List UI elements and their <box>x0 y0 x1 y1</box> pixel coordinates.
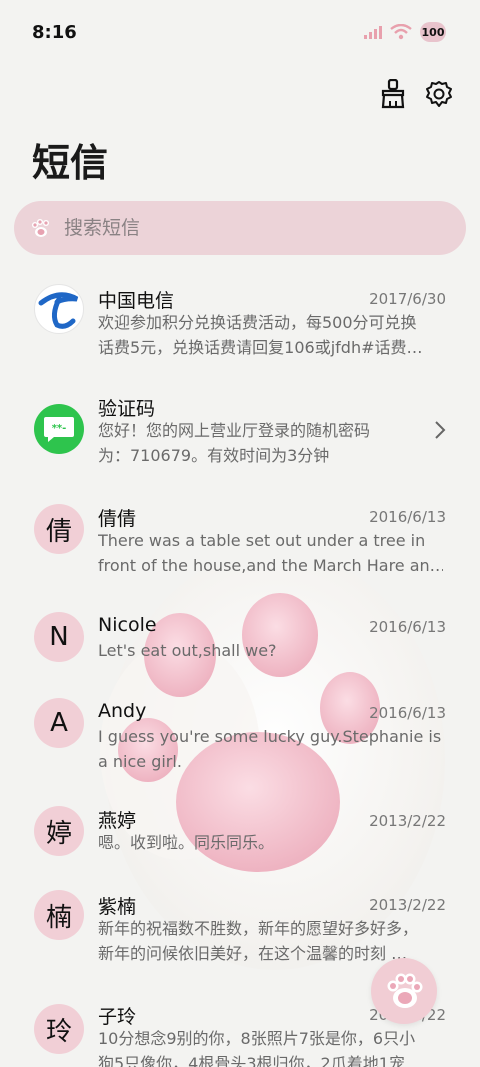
conversation-date: 2016/6/13 <box>369 618 446 636</box>
conversation-preview: 新年的祝福数不胜数，新年的愿望好多好多， 新年的问候依旧美好，在这个温馨的时刻 … <box>98 916 443 966</box>
conversation-name: 中国电信 <box>98 290 175 312</box>
conversation-date: 2016/6/13 <box>369 704 446 722</box>
verification-code-glyph: **- <box>52 423 67 434</box>
conversation-preview: Let's eat out,shall we? <box>98 638 443 663</box>
conversation-name: 子玲 <box>98 1006 137 1028</box>
brush-icon <box>381 79 405 109</box>
conversation-date: 2013/2/22 <box>369 812 446 830</box>
gear-icon <box>426 81 452 107</box>
telecom-logo-icon <box>34 284 84 334</box>
avatar: 楠 <box>34 890 84 940</box>
paw-icon <box>32 219 49 237</box>
page-title: 短信 <box>32 141 109 185</box>
wifi-icon <box>390 24 412 40</box>
search-input[interactable] <box>64 217 424 239</box>
preview-line: Let's eat out,shall we? <box>98 641 277 660</box>
preview-line: 欢迎参加积分兑换话费活动，每500分可兑换 <box>98 313 417 332</box>
chevron-right-icon <box>435 421 446 439</box>
preview-line: 为：710679。有效时间为3分钟 <box>98 446 330 465</box>
status-icons: 100 <box>364 22 446 42</box>
conversation-date: 2016/6/13 <box>369 508 446 526</box>
conversation-item[interactable]: A Andy 2016/6/13 I guess you're some luc… <box>0 698 480 796</box>
preview-line: front of the house,and the March Hare an… <box>98 556 443 575</box>
preview-line: There was a table set out under a tree i… <box>98 531 426 550</box>
conversation-name: 验证码 <box>98 398 156 420</box>
conversation-name: 紫楠 <box>98 896 137 918</box>
signal-icon <box>364 26 382 39</box>
avatar: 倩 <box>34 504 84 554</box>
search-bar[interactable] <box>14 201 466 255</box>
conversation-item[interactable]: N Nicole 2016/6/13 Let's eat out,shall w… <box>0 612 480 682</box>
preview-line: a nice girl. <box>98 752 182 771</box>
clean-button[interactable] <box>378 78 408 110</box>
avatar: 玲 <box>34 1004 84 1054</box>
conversation-preview: There was a table set out under a tree i… <box>98 528 443 578</box>
preview-line: 话费5元，兑换话费请回复106或jfdh#话费… <box>98 338 423 357</box>
avatar: N <box>34 612 84 662</box>
settings-button[interactable] <box>424 78 454 110</box>
paw-icon <box>387 973 423 1008</box>
preview-line: I guess you're some lucky guy.Stephanie … <box>98 727 442 746</box>
preview-line: 您好！您的网上营业厅登录的随机密码 <box>98 421 371 440</box>
conversation-name: 倩倩 <box>98 508 137 530</box>
conversation-date: 2013/2/22 <box>369 896 446 914</box>
compose-button[interactable] <box>371 958 437 1024</box>
conversation-item[interactable]: 婷 燕婷 2013/2/22 嗯。收到啦。同乐同乐。 <box>0 806 480 876</box>
conversation-name: Andy <box>98 700 147 722</box>
avatar: 婷 <box>34 806 84 856</box>
conversation-preview: I guess you're some lucky guy.Stephanie … <box>98 724 443 774</box>
avatar: A <box>34 698 84 748</box>
battery-indicator: 100 <box>420 22 446 42</box>
conversation-preview: 10分想念9别的你，8张照片7张是你，6只小 狗5只像你，4根骨头3根归你，2爪… <box>98 1026 443 1067</box>
preview-line: 新年的祝福数不胜数，新年的愿望好多好多， <box>98 919 419 938</box>
conversation-preview: 嗯。收到啦。同乐同乐。 <box>98 830 443 855</box>
preview-line: 10分想念9别的你，8张照片7张是你，6只小 <box>98 1029 416 1048</box>
preview-line: 嗯。收到啦。同乐同乐。 <box>98 833 275 852</box>
preview-line: 狗5只像你，4根骨头3根归你，2爪着地1宠 <box>98 1054 405 1067</box>
conversation-name: 燕婷 <box>98 810 137 832</box>
conversation-item[interactable]: 倩 倩倩 2016/6/13 There was a table set out… <box>0 502 480 600</box>
conversation-date: 2017/6/30 <box>369 290 446 308</box>
conversation-preview: 您好！您的网上营业厅登录的随机密码 为：710679。有效时间为3分钟 <box>98 418 418 468</box>
conversation-name: Nicole <box>98 614 157 636</box>
conversation-item[interactable]: **- 验证码 您好！您的网上营业厅登录的随机密码 为：710679。有效时间为… <box>0 392 480 490</box>
conversation-item[interactable]: 中国电信 2017/6/30 欢迎参加积分兑换话费活动，每500分可兑换 话费5… <box>0 282 480 380</box>
conversation-preview: 欢迎参加积分兑换话费活动，每500分可兑换 话费5元，兑换话费请回复106或jf… <box>98 310 443 360</box>
verification-code-icon: **- <box>34 404 84 454</box>
top-actions <box>378 78 454 110</box>
status-time: 8:16 <box>32 22 77 43</box>
status-bar: 8:16 100 <box>0 0 480 64</box>
